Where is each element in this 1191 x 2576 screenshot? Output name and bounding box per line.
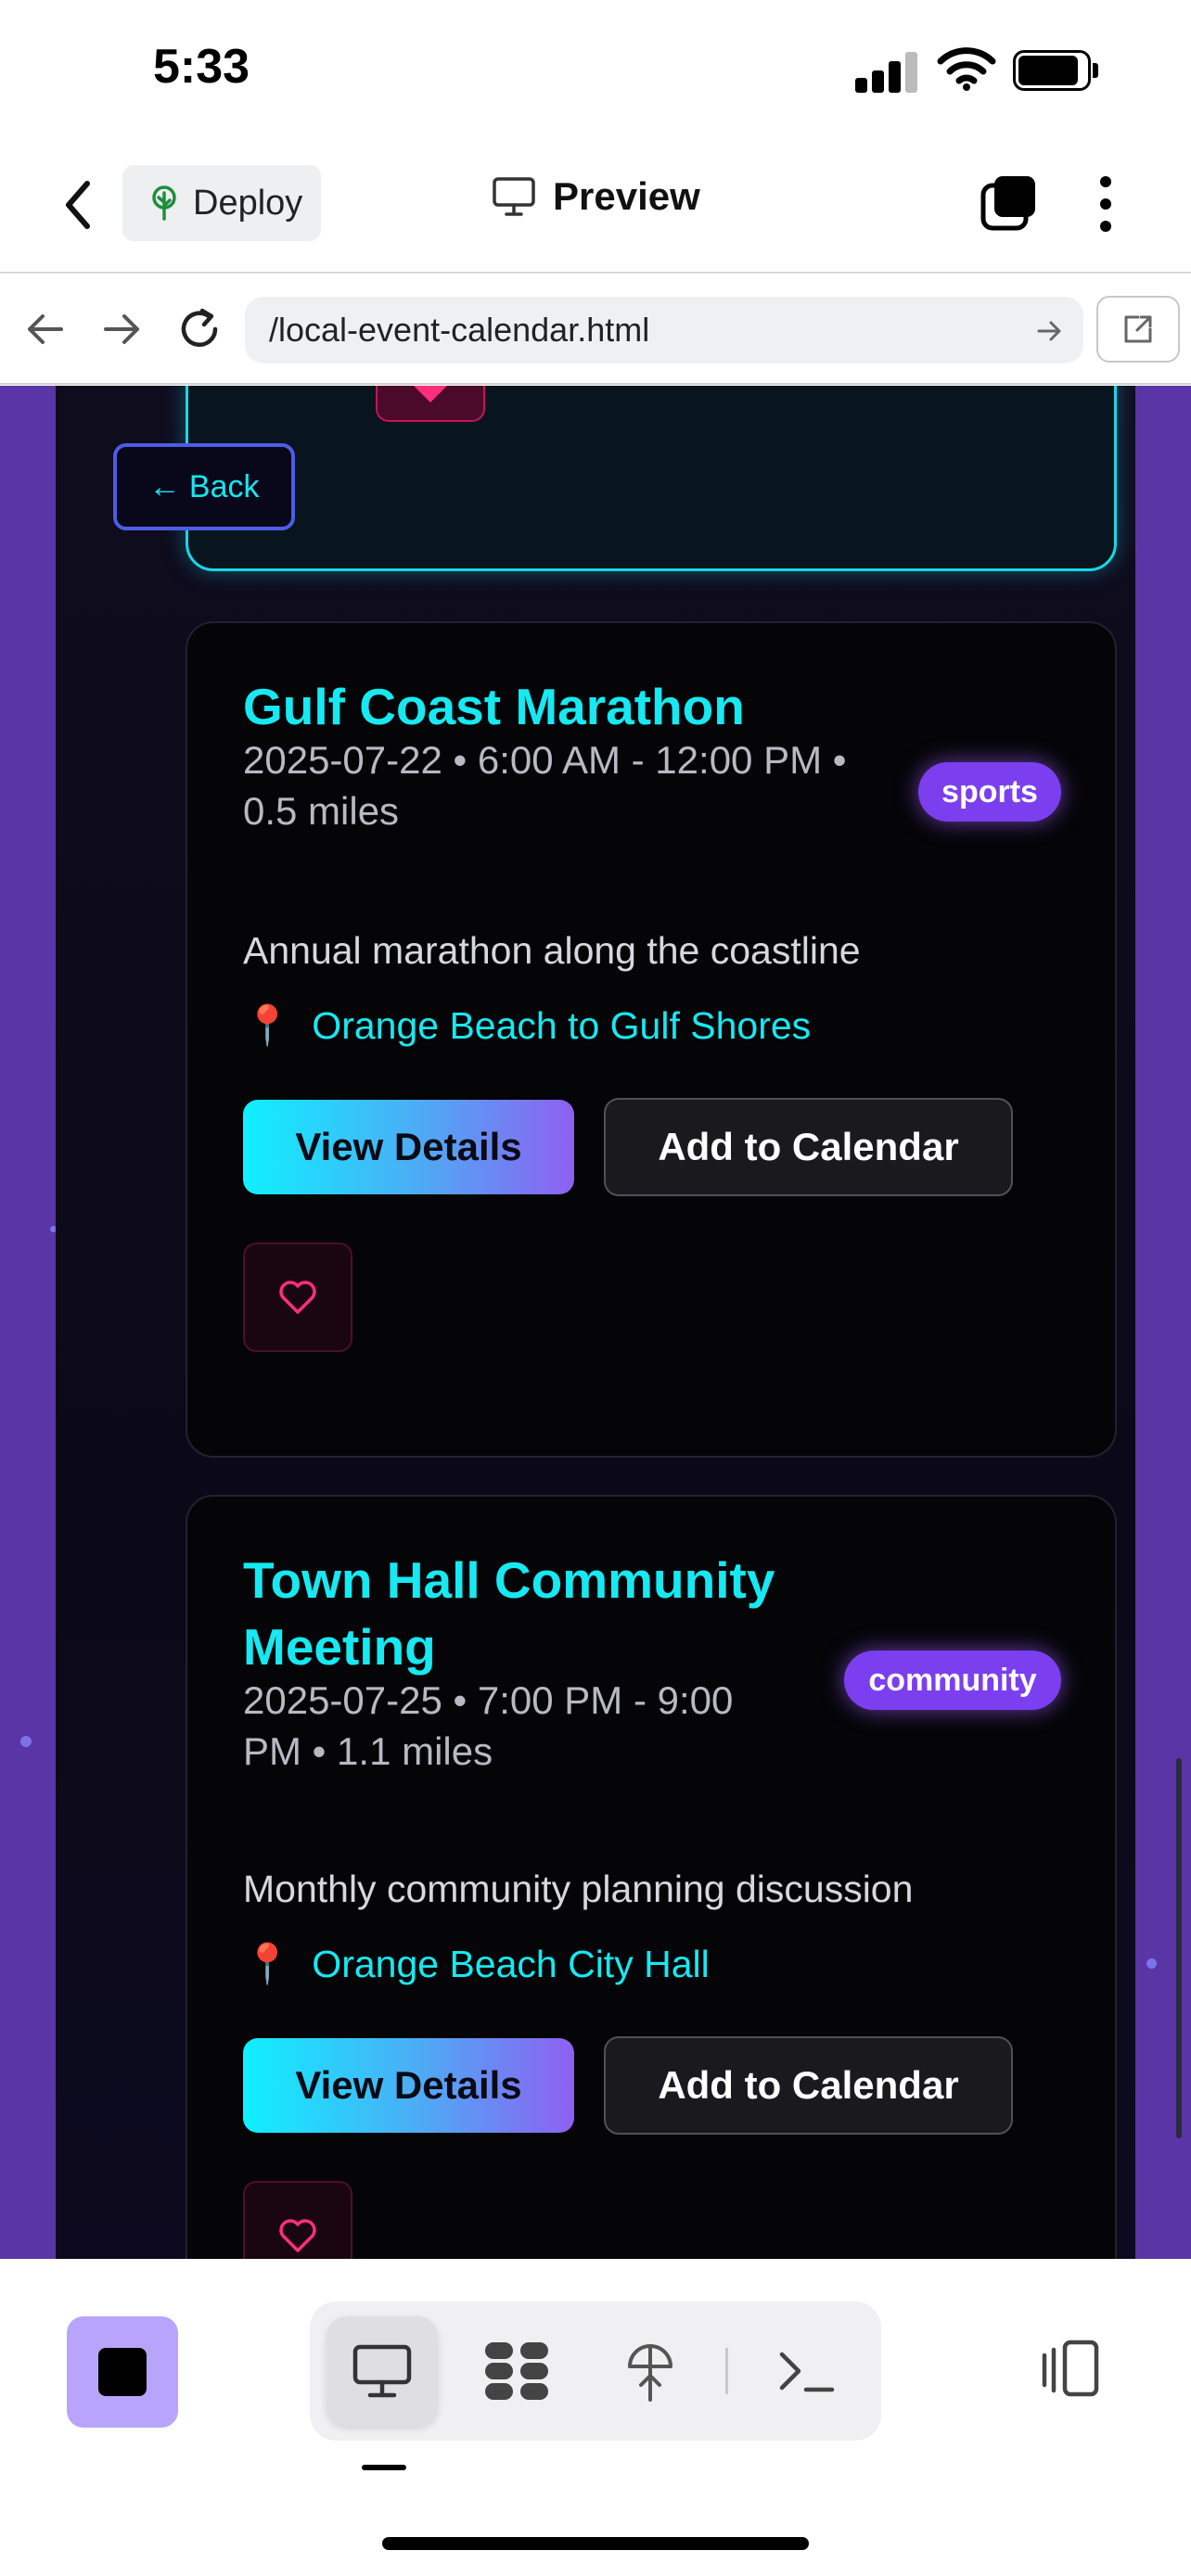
background-dot bbox=[1146, 1958, 1157, 1969]
bottom-toolbar bbox=[0, 2259, 1191, 2576]
top-toolbar: Deploy Preview bbox=[0, 139, 1191, 274]
monitor-icon bbox=[352, 2344, 412, 2398]
reload-icon[interactable] bbox=[178, 305, 223, 351]
event-title: Town Hall Community Meeting bbox=[243, 1551, 775, 1676]
tree-icon bbox=[152, 185, 176, 221]
tabs-icon[interactable] bbox=[980, 172, 1039, 232]
nav-forward-icon[interactable] bbox=[102, 311, 143, 348]
desktop-view-tab[interactable] bbox=[327, 2316, 438, 2426]
view-details-button[interactable]: View Details bbox=[243, 2038, 574, 2133]
add-to-calendar-button[interactable]: Add to Calendar bbox=[604, 1098, 1013, 1196]
stop-icon bbox=[98, 2348, 147, 2396]
terminal-tab[interactable] bbox=[755, 2316, 857, 2426]
event-meta: 2025-07-22 • 6:00 AM - 12:00 PM • 0.5 mi… bbox=[243, 738, 847, 833]
components-tab[interactable] bbox=[466, 2316, 568, 2426]
deploy-button[interactable]: Deploy bbox=[122, 165, 321, 241]
back-label: ← Back bbox=[148, 468, 260, 504]
wifi-icon bbox=[937, 47, 996, 91]
pin-icon: 📍 bbox=[243, 1942, 292, 1985]
open-external-button[interactable] bbox=[1096, 296, 1180, 363]
back-button[interactable]: ← Back bbox=[113, 443, 295, 530]
page-panel: ← Back Gulf Coast Marathon 2025-07-22 • … bbox=[56, 386, 1135, 2259]
event-title: Gulf Coast Marathon bbox=[243, 678, 745, 735]
event-description: Annual marathon along the coastline bbox=[243, 929, 861, 972]
home-indicator bbox=[382, 2537, 809, 2550]
go-arrow-icon[interactable] bbox=[1037, 319, 1063, 343]
deploy-label: Deploy bbox=[193, 183, 303, 223]
tree-icon bbox=[628, 2344, 672, 2402]
event-card: Gulf Coast Marathon 2025-07-22 • 6:00 AM… bbox=[186, 621, 1117, 1458]
signal-icon bbox=[855, 50, 918, 93]
monitor-icon bbox=[493, 177, 535, 216]
scrollbar-thumb[interactable] bbox=[1176, 1758, 1182, 2138]
category-badge: community bbox=[844, 1651, 1061, 1710]
status-time: 5:33 bbox=[153, 40, 250, 94]
view-mode-group bbox=[310, 2302, 881, 2441]
heart-icon bbox=[414, 386, 447, 402]
active-tab-indicator bbox=[362, 2465, 406, 2470]
previous-event-card bbox=[186, 386, 1117, 571]
grid-blob-icon bbox=[485, 2342, 548, 2400]
background-dot bbox=[20, 1736, 32, 1747]
stop-button[interactable] bbox=[67, 2316, 178, 2428]
category-badge: sports bbox=[918, 762, 1061, 822]
back-chevron-icon[interactable] bbox=[58, 176, 98, 234]
status-bar: 5:33 bbox=[0, 0, 1191, 139]
tool-divider bbox=[725, 2348, 728, 2394]
preview-label: Preview bbox=[553, 174, 700, 218]
device-toggle-icon[interactable] bbox=[1037, 2337, 1102, 2402]
heart-icon bbox=[279, 1281, 316, 1314]
event-location[interactable]: 📍 Orange Beach to Gulf Shores bbox=[243, 1003, 811, 1049]
external-link-icon bbox=[1124, 315, 1152, 343]
event-description: Monthly community planning discussion bbox=[243, 1868, 914, 1910]
event-location[interactable]: 📍 Orange Beach City Hall bbox=[243, 1942, 710, 1987]
more-vertical-icon[interactable] bbox=[1095, 174, 1117, 234]
deploy-tab[interactable] bbox=[599, 2316, 701, 2426]
pin-icon: 📍 bbox=[243, 1003, 292, 1047]
terminal-icon bbox=[779, 2352, 835, 2392]
preview-title: Preview bbox=[492, 174, 700, 219]
event-card: Town Hall Community Meeting 2025-07-25 •… bbox=[186, 1495, 1117, 2259]
battery-icon bbox=[1013, 50, 1098, 91]
web-preview-viewport: ← Back Gulf Coast Marathon 2025-07-22 • … bbox=[0, 386, 1191, 2259]
url-field[interactable]: /local-event-calendar.html bbox=[245, 297, 1083, 363]
favorite-button[interactable] bbox=[376, 386, 485, 422]
url-bar: /local-event-calendar.html bbox=[0, 275, 1191, 385]
url-text: /local-event-calendar.html bbox=[269, 311, 650, 349]
favorite-button[interactable] bbox=[243, 1243, 352, 1352]
add-to-calendar-button[interactable]: Add to Calendar bbox=[604, 2036, 1013, 2135]
event-meta: 2025-07-25 • 7:00 PM - 9:00 PM • 1.1 mil… bbox=[243, 1678, 734, 1773]
favorite-button[interactable] bbox=[243, 2181, 352, 2259]
nav-back-icon[interactable] bbox=[24, 311, 65, 348]
view-details-button[interactable]: View Details bbox=[243, 1100, 574, 1194]
heart-icon bbox=[279, 2219, 316, 2252]
